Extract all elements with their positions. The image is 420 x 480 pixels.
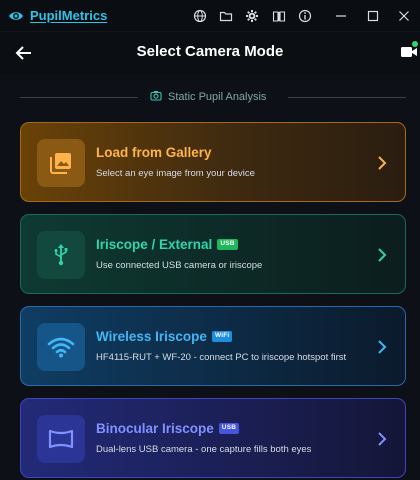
binocular-iriscope-card[interactable]: Binocular Iriscope USB Dual-lens USB cam… <box>20 398 406 478</box>
gear-icon[interactable] <box>245 9 259 23</box>
card-title: Iriscope / External <box>96 237 213 252</box>
minimize-icon[interactable] <box>334 9 348 23</box>
card-subtitle: Select an eye image from your device <box>96 168 255 179</box>
book-icon[interactable] <box>272 9 286 23</box>
card-title: Wireless Iriscope <box>96 329 207 344</box>
section-label: Static Pupil Analysis <box>168 91 267 103</box>
chevron-right-icon <box>377 431 387 447</box>
wireless-iriscope-card[interactable]: Wireless Iriscope WiFi HF4115-RUT + WF-2… <box>20 306 406 386</box>
globe-icon[interactable] <box>193 9 207 23</box>
section-divider-right <box>288 97 406 98</box>
binocular-icon <box>37 415 85 463</box>
close-icon[interactable] <box>397 9 411 23</box>
info-icon[interactable] <box>298 9 312 23</box>
chevron-right-icon <box>377 247 387 263</box>
wifi-icon <box>37 323 85 371</box>
chevron-right-icon <box>377 155 387 171</box>
usb-badge: USB <box>217 239 238 250</box>
app-name: PupilMetrics <box>30 8 108 23</box>
wifi-badge: WiFi <box>211 331 233 342</box>
camera-status-dot <box>412 41 418 47</box>
card-title: Binocular Iriscope <box>96 421 214 436</box>
usb-badge: USB <box>218 423 240 434</box>
load-from-gallery-card[interactable]: Load from Gallery Select an eye image fr… <box>20 122 406 202</box>
maximize-icon[interactable] <box>366 9 380 23</box>
card-title: Load from Gallery <box>96 145 212 160</box>
eye-logo-icon <box>8 8 24 24</box>
folder-icon[interactable] <box>219 9 233 23</box>
iriscope-external-card[interactable]: Iriscope / External USB Use connected US… <box>20 214 406 294</box>
card-subtitle: Use connected USB camera or iriscope <box>96 260 263 271</box>
chevron-right-icon <box>377 339 387 355</box>
page-header: Select Camera Mode <box>0 33 420 73</box>
window-titlebar: PupilMetrics <box>0 0 420 32</box>
section-divider-left <box>20 97 138 98</box>
gallery-icon <box>37 139 85 187</box>
card-subtitle: Dual-lens USB camera - one capture fills… <box>96 444 312 455</box>
usb-icon <box>37 231 85 279</box>
camera-outline-icon <box>150 90 162 104</box>
main-content: Static Pupil Analysis Load from Gallery … <box>0 74 420 480</box>
card-subtitle: HF4115-RUT + WF-20 - connect PC to irisc… <box>96 352 347 363</box>
page-title: Select Camera Mode <box>136 43 284 60</box>
section-header: Static Pupil Analysis <box>150 90 266 104</box>
